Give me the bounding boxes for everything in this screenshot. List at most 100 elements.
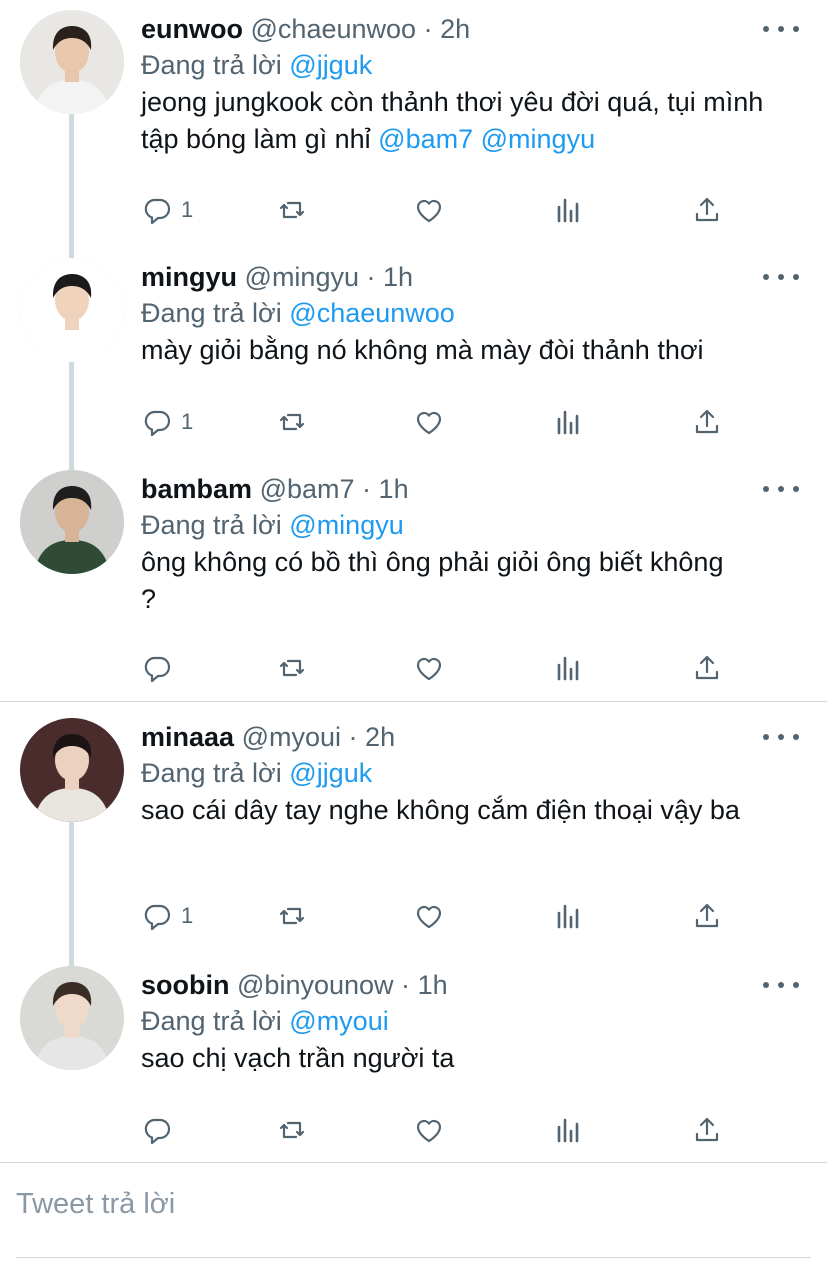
share-icon[interactable] bbox=[691, 648, 723, 688]
replying-to-mention[interactable]: @mingyu bbox=[289, 510, 403, 540]
views-icon[interactable] bbox=[553, 896, 585, 936]
tweet[interactable]: soobin @binyounow · 1h Đang trả lời @myo… bbox=[0, 956, 827, 1162]
replying-to-label: Đang trả lời bbox=[141, 1006, 282, 1036]
replying-to-label: Đang trả lời bbox=[141, 758, 282, 788]
replying-to: Đang trả lời @myoui bbox=[141, 1004, 389, 1038]
replying-to-label: Đang trả lời bbox=[141, 510, 282, 540]
replying-to-mention[interactable]: @jjguk bbox=[289, 758, 372, 788]
tweet-header: bambam @bam7 · 1h bbox=[141, 472, 409, 506]
views-icon[interactable] bbox=[553, 648, 585, 688]
tweet[interactable]: bambam @bam7 · 1h Đang trả lời @mingyu ô… bbox=[0, 460, 827, 700]
action-bar: 1 bbox=[141, 896, 741, 936]
views-icon[interactable] bbox=[553, 190, 585, 230]
tweet[interactable]: minaaa @myoui · 2h Đang trả lời @jjguk s… bbox=[0, 708, 827, 956]
reply-icon[interactable]: 1 bbox=[141, 190, 193, 230]
tweet-header: minaaa @myoui · 2h bbox=[141, 720, 395, 754]
author-handle[interactable]: @binyounow bbox=[237, 970, 394, 1000]
heart-icon[interactable] bbox=[413, 896, 445, 936]
views-icon[interactable] bbox=[553, 1110, 585, 1150]
share-icon[interactable] bbox=[691, 190, 723, 230]
author-handle[interactable]: @myoui bbox=[242, 722, 341, 752]
thread-line bbox=[69, 822, 74, 956]
more-icon[interactable] bbox=[763, 14, 799, 44]
timestamp[interactable]: 1h bbox=[418, 970, 448, 1000]
avatar[interactable] bbox=[20, 718, 124, 822]
replying-to-mention[interactable]: @myoui bbox=[289, 1006, 388, 1036]
more-icon[interactable] bbox=[763, 474, 799, 504]
heart-icon[interactable] bbox=[413, 1110, 445, 1150]
tweet-text: jeong jungkook còn thảnh thơi yêu đời qu… bbox=[141, 84, 801, 158]
retweet-icon[interactable] bbox=[276, 1110, 308, 1150]
thread-line bbox=[69, 460, 74, 470]
heart-icon[interactable] bbox=[413, 402, 445, 442]
reply-count: 1 bbox=[181, 409, 194, 434]
thread-line bbox=[69, 248, 74, 258]
thread-line bbox=[69, 114, 74, 248]
separator-dot: · bbox=[423, 14, 433, 44]
avatar[interactable] bbox=[20, 258, 124, 362]
more-icon[interactable] bbox=[763, 262, 799, 292]
more-icon[interactable] bbox=[763, 970, 799, 1000]
reply-count: 1 bbox=[181, 197, 194, 222]
reply-input[interactable]: Tweet trả lời bbox=[16, 1188, 175, 1221]
author-name[interactable]: bambam bbox=[141, 474, 252, 504]
tweet-text-segment: mày giỏi bằng nó không mà mày đòi thảnh … bbox=[141, 335, 704, 365]
reply-icon[interactable] bbox=[141, 1110, 181, 1150]
share-icon[interactable] bbox=[691, 1110, 723, 1150]
share-icon[interactable] bbox=[691, 896, 723, 936]
tweet-text: sao chị vạch trần người ta bbox=[141, 1040, 801, 1077]
reply-input-underline bbox=[16, 1257, 811, 1258]
replying-to-mention[interactable]: @chaeunwoo bbox=[289, 298, 455, 328]
tweet[interactable]: eunwoo @chaeunwoo · 2h Đang trả lời @jjg… bbox=[0, 0, 827, 248]
author-name[interactable]: mingyu bbox=[141, 262, 237, 292]
timestamp[interactable]: 1h bbox=[383, 262, 413, 292]
tweet-text-segment: sao chị vạch trần người ta bbox=[141, 1043, 455, 1073]
more-icon[interactable] bbox=[763, 722, 799, 752]
separator-dot: · bbox=[348, 722, 358, 752]
author-handle[interactable]: @bam7 bbox=[260, 474, 355, 504]
author-name[interactable]: minaaa bbox=[141, 722, 234, 752]
action-bar: 1 bbox=[141, 402, 741, 442]
divider bbox=[0, 1162, 827, 1163]
views-icon[interactable] bbox=[553, 402, 585, 442]
replying-to-mention[interactable]: @jjguk bbox=[289, 50, 372, 80]
tweet-text: sao cái dây tay nghe không cắm điện thoạ… bbox=[141, 792, 796, 829]
replying-to: Đang trả lời @chaeunwoo bbox=[141, 296, 455, 330]
replying-to: Đang trả lời @mingyu bbox=[141, 508, 404, 542]
tweet-text-segment: ông không có bồ thì ông phải giỏi ông bi… bbox=[141, 547, 724, 614]
avatar[interactable] bbox=[20, 10, 124, 114]
heart-icon[interactable] bbox=[413, 190, 445, 230]
reply-icon[interactable] bbox=[141, 648, 181, 688]
retweet-icon[interactable] bbox=[276, 648, 308, 688]
mention-link[interactable]: @mingyu bbox=[481, 124, 595, 154]
separator-dot: · bbox=[362, 474, 372, 504]
action-bar bbox=[141, 648, 741, 688]
timestamp[interactable]: 1h bbox=[379, 474, 409, 504]
author-name[interactable]: soobin bbox=[141, 970, 230, 1000]
author-handle[interactable]: @mingyu bbox=[245, 262, 359, 292]
separator-dot: · bbox=[401, 970, 411, 1000]
retweet-icon[interactable] bbox=[276, 896, 308, 936]
action-bar: 1 bbox=[141, 190, 741, 230]
reply-icon[interactable]: 1 bbox=[141, 896, 193, 936]
reply-count: 1 bbox=[181, 903, 194, 928]
tweet[interactable]: mingyu @mingyu · 1h Đang trả lời @chaeun… bbox=[0, 248, 827, 460]
timestamp[interactable]: 2h bbox=[365, 722, 395, 752]
retweet-icon[interactable] bbox=[276, 402, 308, 442]
avatar[interactable] bbox=[20, 470, 124, 574]
author-name[interactable]: eunwoo bbox=[141, 14, 243, 44]
tweet-text: mày giỏi bằng nó không mà mày đòi thảnh … bbox=[141, 332, 801, 369]
tweet-header: soobin @binyounow · 1h bbox=[141, 968, 448, 1002]
heart-icon[interactable] bbox=[413, 648, 445, 688]
timestamp[interactable]: 2h bbox=[440, 14, 470, 44]
mention-link[interactable]: @bam7 bbox=[378, 124, 473, 154]
author-handle[interactable]: @chaeunwoo bbox=[251, 14, 417, 44]
thread-line bbox=[69, 956, 74, 966]
share-icon[interactable] bbox=[691, 402, 723, 442]
thread-line bbox=[69, 362, 74, 460]
avatar[interactable] bbox=[20, 966, 124, 1070]
retweet-icon[interactable] bbox=[276, 190, 308, 230]
tweet-header: mingyu @mingyu · 1h bbox=[141, 260, 413, 294]
action-bar bbox=[141, 1110, 741, 1150]
reply-icon[interactable]: 1 bbox=[141, 402, 193, 442]
